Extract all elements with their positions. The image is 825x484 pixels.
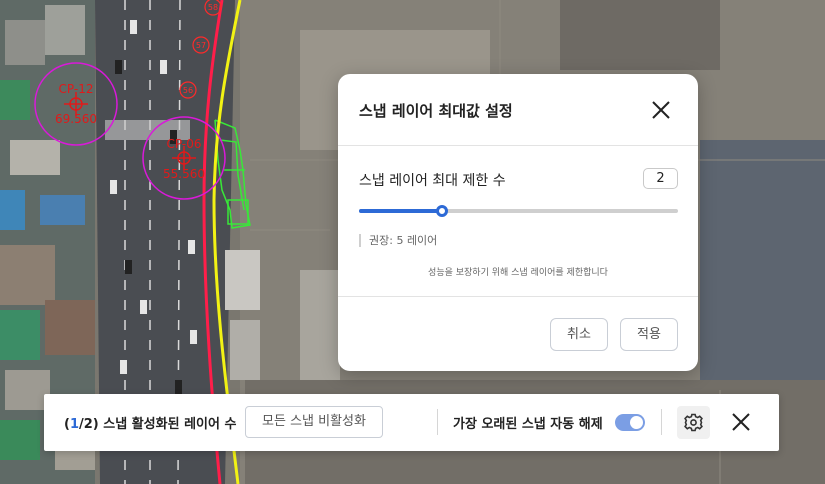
max-limit-slider[interactable] [359,205,678,217]
close-icon [732,413,750,431]
map-building [45,5,85,55]
counter-label: /2) 스냅 활성화된 레이어 수 [79,417,237,432]
map-building [10,140,60,175]
control-point-code: CP-06 [167,137,202,151]
snap-limit-dialog: 스냅 레이어 최대값 설정 스냅 레이어 최대 제한 수 2 권장: 5 레이어… [338,74,698,371]
control-point-value: 69.560 [55,112,97,126]
cancel-button[interactable]: 취소 [550,318,608,351]
dialog-divider [338,296,698,297]
map-building [5,20,45,65]
snap-layer-counter: (1/2) 스냅 활성화된 레이어 수 [64,413,236,432]
apply-button[interactable]: 적용 [620,318,678,351]
svg-text:57: 57 [196,41,206,50]
max-limit-value-input[interactable]: 2 [643,168,678,189]
disable-all-snap-button[interactable]: 모든 스냅 비활성화 [245,406,383,438]
svg-text:58: 58 [208,3,218,12]
settings-button[interactable] [677,406,710,439]
max-limit-label: 스냅 레이어 최대 제한 수 [359,173,506,189]
dialog-close-button[interactable] [648,97,674,123]
snap-toolbar: (1/2) 스냅 활성화된 레이어 수 모든 스냅 비활성화 가장 오래된 스냅… [44,394,779,451]
map-building [0,80,30,120]
toolbar-divider [437,409,438,435]
dialog-header: 스냅 레이어 최대값 설정 [338,74,698,146]
control-point-value: 55.560 [163,167,205,181]
close-icon [652,101,670,119]
map-building [0,420,40,460]
counter-current: 1 [69,417,79,432]
slider-thumb[interactable] [436,205,448,217]
map-site [300,270,340,380]
recommended-hint: 권장: 5 레이어 [359,234,437,247]
dialog-title: 스냅 레이어 최대값 설정 [359,102,513,120]
map-building [0,190,25,230]
map-building [45,300,95,355]
gear-icon [684,413,703,432]
map-building [0,245,55,305]
map-building [40,195,85,225]
map-building [225,250,260,310]
svg-text:56: 56 [183,86,193,95]
map-building [230,320,260,380]
toolbar-divider [661,409,662,435]
toolbar-close-button[interactable] [729,410,753,434]
slider-fill [359,209,442,213]
auto-release-label: 가장 오래된 스냅 자동 해제 [453,417,603,432]
control-point-code: CP-12 [59,82,94,96]
map-building [0,310,40,360]
performance-note: 성능을 보장하기 위해 스냅 레이어를 제한합니다 [428,268,608,278]
auto-release-toggle[interactable] [615,414,645,431]
map-site [560,0,720,70]
toggle-knob [630,416,643,429]
map-site [700,140,825,390]
